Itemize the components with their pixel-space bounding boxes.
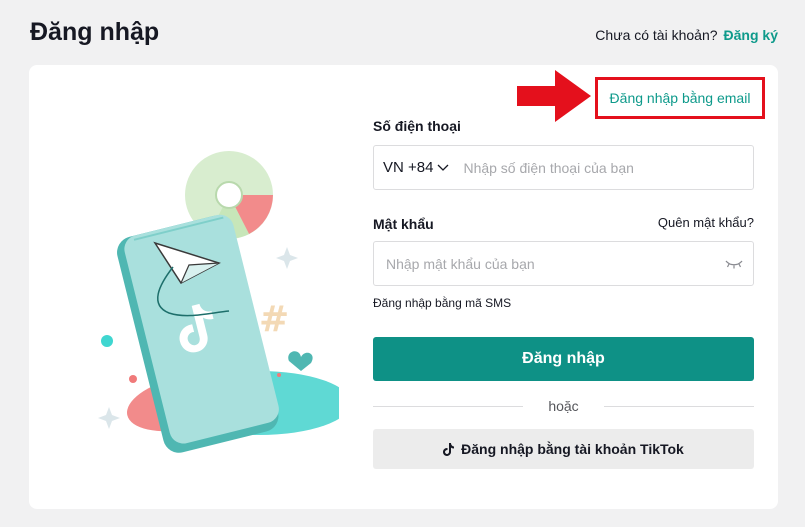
chevron-down-icon: [437, 164, 449, 171]
no-account-text: Chưa có tài khoản?: [595, 27, 718, 43]
phone-input[interactable]: [463, 159, 753, 176]
eye-closed-icon[interactable]: [725, 259, 743, 269]
signup-link[interactable]: Đăng ký: [724, 27, 778, 43]
country-code-value: VN +84: [383, 159, 434, 176]
red-arrow-icon: [517, 70, 591, 122]
country-code-select[interactable]: VN +84: [374, 159, 463, 176]
phone-field: VN +84: [373, 145, 754, 190]
password-input[interactable]: [386, 255, 725, 272]
signup-row: Chưa có tài khoản? Đăng ký: [595, 27, 778, 43]
login-button[interactable]: Đăng nhập: [373, 337, 754, 381]
tiktok-login-button[interactable]: Đăng nhập bằng tài khoản TikTok: [373, 429, 754, 469]
sms-login-link[interactable]: Đăng nhập bằng mã SMS: [373, 296, 511, 310]
tiktok-icon: [443, 442, 455, 456]
divider-line-right: [604, 406, 754, 407]
email-login-link[interactable]: Đăng nhập bằng email: [595, 77, 765, 119]
password-field: [373, 241, 754, 286]
tiktok-button-label: Đăng nhập bằng tài khoản TikTok: [461, 441, 684, 457]
forgot-password-link[interactable]: Quên mật khẩu?: [658, 215, 754, 230]
phone-label: Số điện thoại: [373, 118, 461, 134]
login-card: # Đăng nhập bằng email Số điện thoại VN …: [29, 65, 778, 509]
password-label: Mật khẩu: [373, 216, 434, 232]
or-divider: hoặc: [373, 396, 754, 416]
page-title: Đăng nhập: [30, 18, 160, 46]
svg-text:#: #: [259, 299, 289, 340]
phone-illustration: #: [98, 151, 339, 453]
